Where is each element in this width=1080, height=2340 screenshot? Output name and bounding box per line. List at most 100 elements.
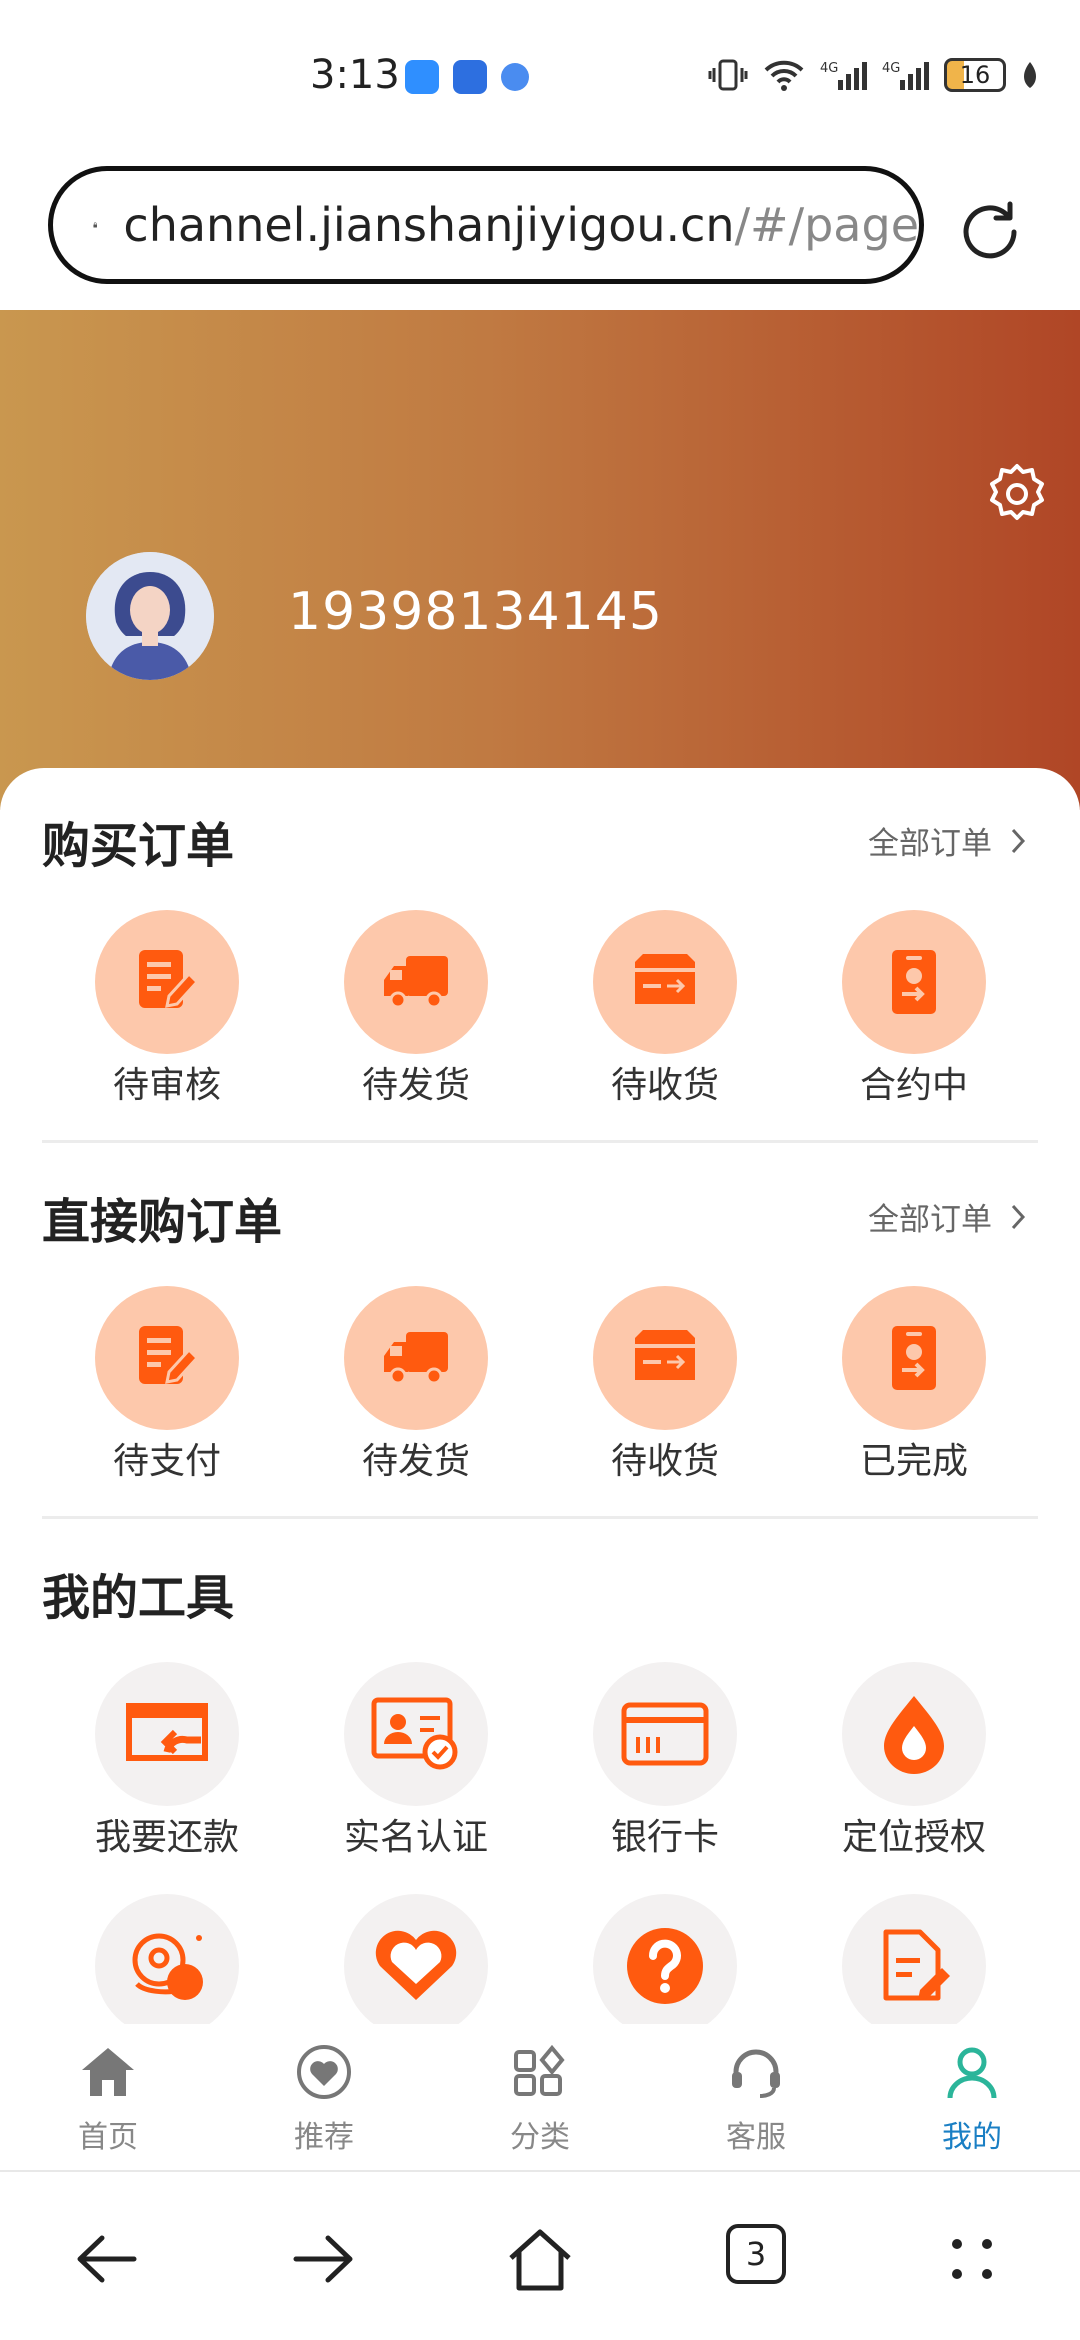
icon-bg: [842, 910, 986, 1054]
contract-badge-icon: [892, 950, 936, 1014]
browser-notification-icon: [501, 63, 529, 91]
svg-text:4G: 4G: [882, 61, 900, 76]
tab-label: 推荐: [294, 2120, 354, 2155]
signal-4g-icon: 4G: [820, 61, 867, 90]
tab-label: 我的: [942, 2120, 1002, 2155]
lock-icon: [93, 222, 97, 228]
wifi-icon: [764, 60, 804, 91]
tab-label: 首页: [78, 2120, 138, 2155]
home-icon[interactable]: [505, 2224, 575, 2294]
tool-help[interactable]: [555, 1894, 775, 2038]
document-pen-icon: [883, 1929, 950, 2001]
purchase-orders-title: 购买订单: [42, 818, 235, 874]
message-app-icon: [405, 60, 439, 94]
order-status-pending-receive[interactable]: 待收货: [555, 1286, 775, 1484]
order-status-label: 待发货: [361, 1065, 470, 1106]
avatar[interactable]: [86, 552, 214, 680]
icon-bg: [95, 1894, 239, 2038]
icon-bg: [593, 910, 737, 1054]
address-bar[interactable]: channel.jianshanjiyigou.cn/#/page: [48, 166, 924, 284]
icon-bg: [842, 1894, 986, 2038]
heart-icon: [375, 1930, 457, 2000]
parcel-box-icon: [635, 1330, 695, 1380]
icon-bg: [95, 1286, 239, 1430]
url-host: channel.jianshanjiyigou.cn: [123, 198, 735, 252]
notification-icons: [405, 60, 529, 94]
help-icon: [627, 1928, 703, 2004]
tool-document[interactable]: [804, 1894, 1024, 2038]
document-edit-icon: [139, 1326, 200, 1384]
headset-icon: [732, 2049, 780, 2098]
direct-orders-all-link[interactable]: 全部订单: [868, 1194, 1026, 1239]
order-status-pending-ship[interactable]: 待发货: [306, 910, 526, 1108]
user-icon: [947, 2047, 997, 2099]
tools-title: 我的工具: [42, 1570, 235, 1626]
tab-category[interactable]: 分类: [432, 2024, 648, 2172]
direct-orders-title: 直接购订单: [42, 1194, 283, 1250]
order-status-label: 待发货: [361, 1441, 470, 1482]
leaf-icon: [1024, 62, 1036, 88]
tab-mine[interactable]: 我的: [864, 2024, 1080, 2172]
url-text: channel.jianshanjiyigou.cn/#/page: [123, 198, 919, 252]
reload-icon[interactable]: [958, 196, 1022, 260]
icon-bg: [95, 1662, 239, 1806]
tab-label: 客服: [726, 2120, 786, 2155]
order-status-pending-pay[interactable]: 待支付: [57, 1286, 277, 1484]
browser-navigation-bar: [0, 2172, 1080, 2340]
tab-count-button[interactable]: 3: [726, 2224, 786, 2284]
battery-indicator: 16: [944, 58, 1006, 92]
order-status-in-contract[interactable]: 合约中: [804, 910, 1024, 1108]
heart-circle-icon: [297, 2045, 351, 2099]
tab-home[interactable]: 首页: [0, 2024, 216, 2172]
tool-label: 银行卡: [610, 1817, 719, 1858]
back-arrow-icon[interactable]: [72, 2224, 142, 2294]
tool-location-auth[interactable]: 定位授权: [804, 1662, 1024, 1860]
icon-bg: [842, 1286, 986, 1430]
chevron-right-icon: [1011, 1204, 1026, 1229]
section-divider: [42, 1516, 1038, 1519]
content-card: 购买订单 全部订单 待审核 待发货 待收货 合约中 直接购订单 全部订单 待支付…: [0, 768, 1080, 2038]
tool-label: 实名认证: [343, 1817, 488, 1858]
chevron-right-icon: [1011, 828, 1026, 853]
icon-bg: [95, 910, 239, 1054]
bottom-tab-bar: 首页 推荐 分类 客服 我的: [0, 2024, 1080, 2172]
purchase-orders-all-link[interactable]: 全部订单: [868, 818, 1026, 863]
document-edit-icon: [139, 950, 200, 1008]
bank-card-icon: [621, 1702, 709, 1766]
contract-badge-icon: [892, 1326, 936, 1390]
tab-label: 分类: [510, 2120, 570, 2155]
order-status-pending-receive[interactable]: 待收货: [555, 910, 775, 1108]
truck-icon: [384, 956, 448, 1009]
status-bar: 3:13 4G 4G 16: [0, 0, 1080, 150]
forward-arrow-icon[interactable]: [288, 2224, 358, 2294]
signal-4g-icon-2: 4G: [882, 61, 929, 90]
settings-gear-icon[interactable]: [985, 462, 1049, 526]
tool-repay[interactable]: 我要还款: [57, 1662, 277, 1860]
icon-bg: [344, 1286, 488, 1430]
tool-real-name-auth[interactable]: 实名认证: [306, 1662, 526, 1860]
order-status-label: 待收货: [610, 1441, 719, 1482]
system-status: 4G 4G 16: [708, 58, 1040, 92]
order-status-completed[interactable]: 已完成: [804, 1286, 1024, 1484]
id-card-check-icon: [371, 1697, 458, 1770]
tab-recommend[interactable]: 推荐: [216, 2024, 432, 2172]
tool-bank-card[interactable]: 银行卡: [555, 1662, 775, 1860]
tool-label: 定位授权: [841, 1817, 986, 1858]
order-status-pending-ship[interactable]: 待发货: [306, 1286, 526, 1484]
location-drop-icon: [884, 1696, 944, 1774]
order-status-pending-review[interactable]: 待审核: [57, 910, 277, 1108]
url-path: /#/page: [734, 198, 919, 252]
status-time: 3:13: [310, 52, 400, 98]
icon-bg: [593, 1894, 737, 2038]
tool-location[interactable]: [57, 1894, 277, 2038]
tool-favorites[interactable]: [306, 1894, 526, 2038]
icon-bg: [344, 910, 488, 1054]
order-status-label: 已完成: [859, 1441, 968, 1482]
order-status-label: 合约中: [859, 1065, 968, 1106]
order-status-label: 待审核: [112, 1065, 221, 1106]
app-notification-icon: [453, 60, 487, 94]
menu-dots-icon[interactable]: [937, 2224, 1007, 2294]
svg-text:4G: 4G: [820, 61, 838, 76]
tab-customer-service[interactable]: 客服: [648, 2024, 864, 2172]
icon-bg: [593, 1662, 737, 1806]
